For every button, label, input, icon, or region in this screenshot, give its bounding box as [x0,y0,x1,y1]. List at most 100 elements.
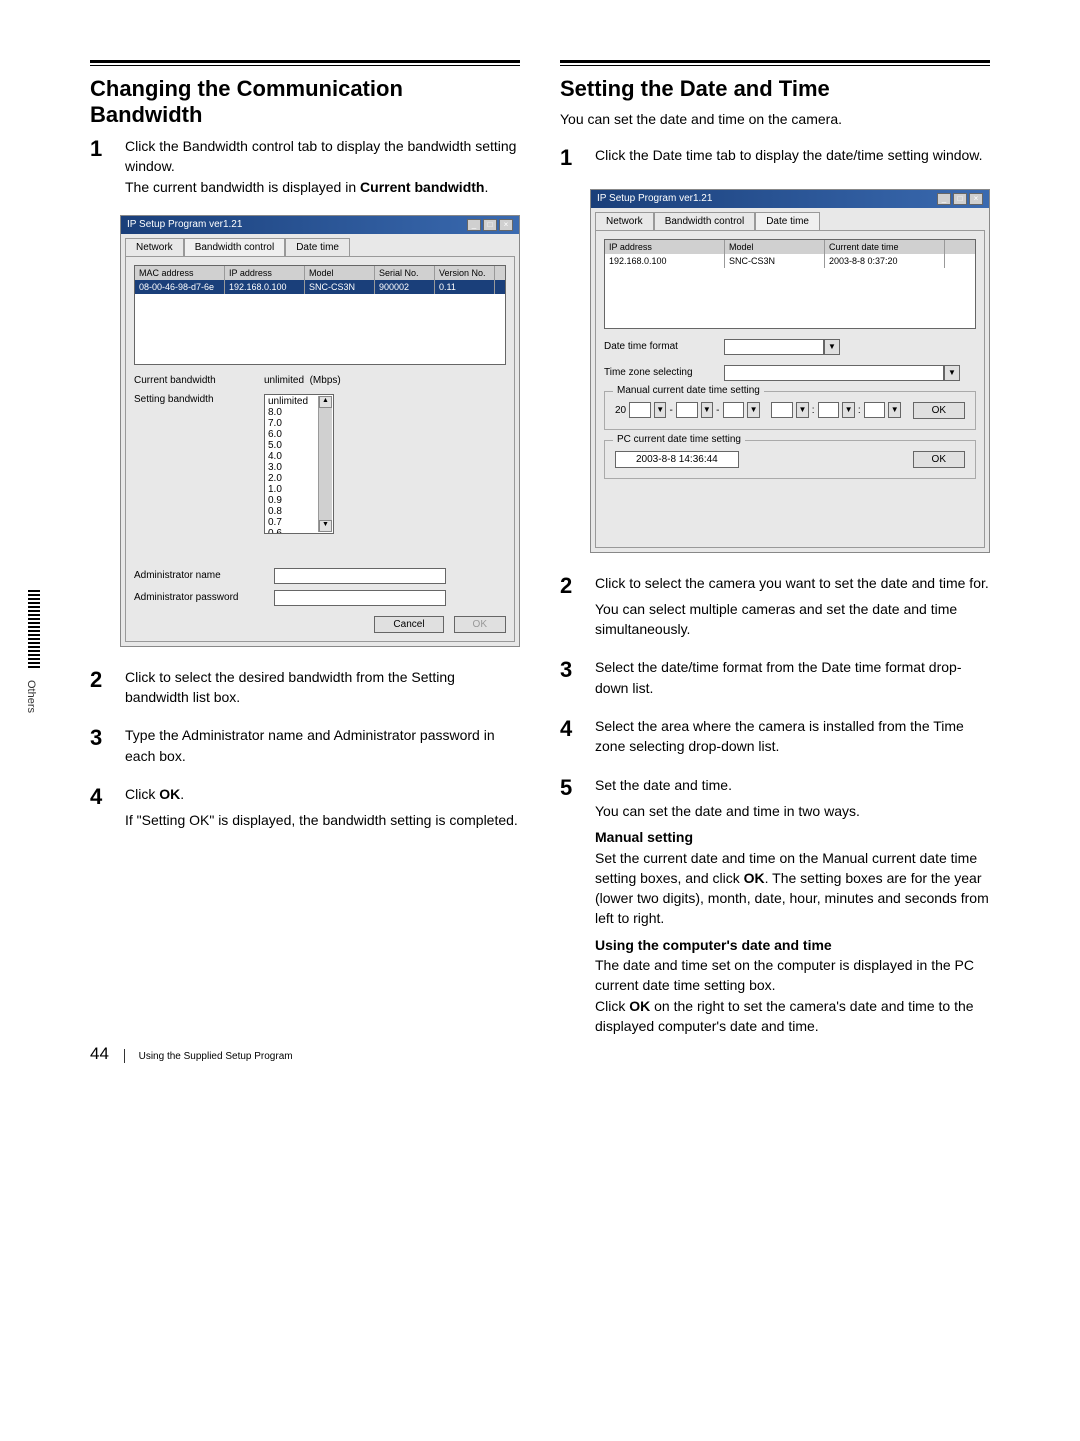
maximize-icon: □ [953,193,967,205]
current-bandwidth-label: Current bandwidth [134,375,264,386]
list-item: 7.0 [266,418,318,429]
page-footer: 44 Using the Supplied Setup Program [90,1044,293,1064]
window-title: IP Setup Program ver1.21 [127,219,242,230]
chevron-down-icon: ▼ [842,402,855,418]
grid-cell: 2003-8-8 0:37:20 [825,254,945,268]
admin-name-label: Administrator name [134,570,274,581]
chevron-down-icon: ▼ [888,402,901,418]
grid-cell: 900002 [375,280,435,294]
ok-button: OK [913,402,965,419]
camera-grid: MAC address IP address Model Serial No. … [134,265,506,365]
barcode-decoration [28,590,40,670]
manual-setting-fieldset: Manual current date time setting 20 ▼- ▼… [604,391,976,430]
timezone-label: Time zone selecting [604,367,724,378]
grid-header: Current date time [825,240,945,254]
step-number: 4 [90,784,110,831]
step-text-bold: OK [159,786,180,802]
right-step-5: 5 Set the date and time. You can set the… [560,775,990,1037]
current-bandwidth-value: unlimited [264,375,304,386]
list-item: 3.0 [266,462,318,473]
current-bandwidth-unit: (Mbps) [310,375,341,386]
step-number: 1 [90,136,110,197]
computer-heading: Using the computer's date and time [595,937,832,953]
right-intro: You can set the date and time on the cam… [560,110,990,130]
grid-header: IP address [605,240,725,254]
left-step-3: 3 Type the Administrator name and Admini… [90,725,520,766]
right-column: Setting the Date and Time You can set th… [560,60,990,1054]
year-field [629,402,651,418]
scroll-up-icon: ▲ [319,396,332,408]
list-item: 0.9 [266,495,318,506]
pc-legend: PC current date time setting [613,434,745,445]
grid-cell: SNC-CS3N [725,254,825,268]
computer-text: on the right to set the camera's date an… [595,998,974,1034]
step-text: Click the Date time tab to display the d… [595,145,990,171]
chevron-down-icon: ▼ [747,402,760,418]
step-subtext: You can set the date and time in two way… [595,801,990,821]
year-prefix: 20 [615,405,626,416]
step-text-bold: Current bandwidth [360,179,484,195]
list-item: 2.0 [266,473,318,484]
list-item: 0.6 [266,528,318,534]
list-item: unlimited [266,396,318,407]
chevron-down-icon: ▼ [824,339,840,355]
step-number: 1 [560,145,580,171]
admin-name-input [274,568,446,584]
step-text: Set the date and time. [595,777,732,793]
window-title: IP Setup Program ver1.21 [597,193,712,204]
step-text: Select the date/time format from the Dat… [595,657,990,698]
bandwidth-listbox: unlimited 8.0 7.0 6.0 5.0 4.0 3.0 2.0 1.… [264,394,334,534]
list-item: 0.8 [266,506,318,517]
manual-legend: Manual current date time setting [613,385,764,396]
setting-bandwidth-label: Setting bandwidth [134,394,264,405]
ok-button: OK [454,616,506,633]
computer-text-bold: OK [629,998,650,1014]
grid-cell: 08-00-46-98-d7-6e [135,280,225,294]
page-number: 44 [90,1044,109,1063]
second-field [864,402,886,418]
grid-cell: 192.168.0.100 [605,254,725,268]
step-number: 3 [560,657,580,698]
step-text: . [484,179,488,195]
grid-cell: 192.168.0.100 [225,280,305,294]
left-column: Changing the Communication Bandwidth 1 C… [90,60,520,1054]
chevron-down-icon: ▼ [796,402,809,418]
computer-text: Click [595,998,629,1014]
list-item: 0.7 [266,517,318,528]
grid-header: Model [725,240,825,254]
right-heading: Setting the Date and Time [560,76,990,102]
datetime-screenshot: IP Setup Program ver1.21 _ □ × Network B… [590,189,990,553]
grid-header: MAC address [135,266,225,280]
step-text: Click to select the camera you want to s… [595,575,989,591]
window-titlebar: IP Setup Program ver1.21 _ □ × [121,216,519,234]
list-item: 8.0 [266,407,318,418]
grid-cell: SNC-CS3N [305,280,375,294]
maximize-icon: □ [483,219,497,231]
scroll-down-icon: ▼ [319,520,332,532]
left-step-1: 1 Click the Bandwidth control tab to dis… [90,136,520,197]
step-text: Select the area where the camera is inst… [595,716,990,757]
hour-field [771,402,793,418]
step-number: 2 [90,667,110,708]
list-item: 6.0 [266,429,318,440]
right-step-3: 3 Select the date/time format from the D… [560,657,990,698]
date-field [723,402,745,418]
step-number: 4 [560,716,580,757]
minimize-icon: _ [937,193,951,205]
step-number: 5 [560,775,580,1037]
grid-header: IP address [225,266,305,280]
bandwidth-screenshot: IP Setup Program ver1.21 _ □ × Network B… [120,215,520,647]
grid-cell: 0.11 [435,280,495,294]
step-text: Click the Bandwidth control tab to displ… [125,138,516,174]
grid-header: Model [305,266,375,280]
tab-network: Network [595,212,654,230]
step-subtext: If "Setting OK" is displayed, the bandwi… [125,810,520,830]
left-heading: Changing the Communication Bandwidth [90,76,520,128]
cancel-button: Cancel [374,616,443,633]
minimize-icon: _ [467,219,481,231]
right-step-2: 2 Click to select the camera you want to… [560,573,990,640]
close-icon: × [969,193,983,205]
tab-bandwidth: Bandwidth control [184,238,286,256]
left-step-4: 4 Click OK. If "Setting OK" is displayed… [90,784,520,831]
tab-datetime: Date time [285,238,350,256]
